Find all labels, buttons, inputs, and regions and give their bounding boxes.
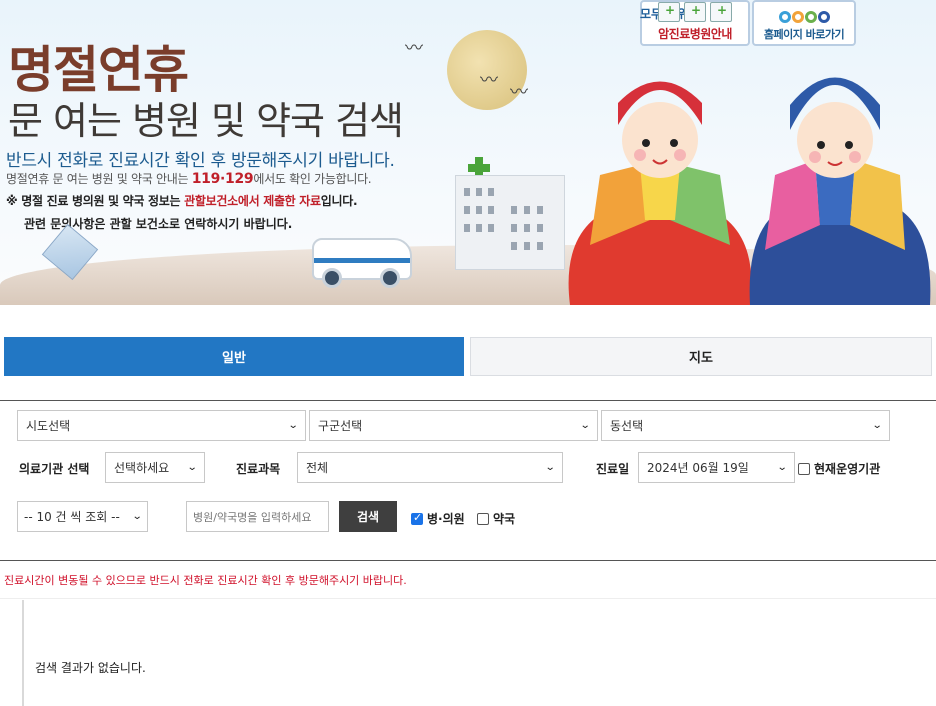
pharmacy-icon: [684, 2, 706, 22]
chevron-down-icon: ⌄: [186, 462, 198, 473]
chevron-down-icon: ⌄: [131, 511, 143, 522]
hotline-text-end: 에서도 확인 가능합니다.: [253, 172, 372, 186]
banner-call-notice: 반드시 전화로 진료시간 확인 후 방문해주시기 바랍니다.: [6, 151, 395, 171]
crane-illustration: 〰: [510, 82, 528, 103]
banner-hotline-notice: 명절연휴 문 여는 병원 및 약국 안내는 119·129에서도 확인 가능합니…: [6, 170, 372, 187]
date-select[interactable]: 2024년 06월 19일 ⌄: [638, 452, 795, 483]
banner-subtitle: 문 여는 병원 및 약국 검색: [8, 99, 404, 143]
chevron-down-icon: ⌄: [776, 462, 788, 473]
banner-source-notice: ※ 명절 진료 병의원 및 약국 정보는 관할보건소에서 제출한 자료입니다.: [6, 192, 358, 209]
search-button[interactable]: 검색: [339, 501, 397, 532]
call-ahead-notice: 진료시간이 변동될 수 있으므로 반드시 전화로 진료시간 확인 후 방문해주시…: [4, 574, 407, 587]
pharmacy-checkbox[interactable]: 약국: [477, 510, 515, 527]
open-now-checkbox-box[interactable]: [798, 462, 810, 475]
institution-label: 의료기관 선택: [19, 462, 90, 476]
chevron-down-icon: ⌄: [544, 462, 556, 473]
result-divider: [22, 600, 24, 706]
source-text-end: 입니다.: [320, 194, 358, 208]
sido-select-value: 시도선택: [26, 419, 71, 433]
open-now-checkbox[interactable]: 현재운영기관: [798, 460, 880, 477]
hero-banner: 〰 〰 〰 명절연휴 문 여는 병원 및 약국 검색 반드시 전화로 진료시간 …: [0, 0, 936, 305]
page-size-select-value: -- 10 건 씩 조회 --: [24, 510, 120, 524]
hospital-checkbox-box[interactable]: [411, 511, 423, 525]
crane-illustration: 〰: [480, 70, 498, 91]
hospital-icons: [658, 2, 732, 22]
dong-select-value: 동선택: [610, 419, 644, 433]
tab-map[interactable]: 지도: [470, 337, 932, 376]
institution-select[interactable]: 선택하세요 ⌄: [105, 452, 205, 483]
hotline-text: 명절연휴 문 여는 병원 및 약국 안내는: [6, 172, 192, 186]
tab-general[interactable]: 일반: [4, 337, 464, 376]
dong-select[interactable]: 동선택 ⌄: [601, 410, 890, 441]
homepage-link-label: 홈페이지 바로가기: [763, 28, 845, 41]
chevron-down-icon: ⌄: [579, 420, 591, 431]
crane-illustration: 〰: [405, 38, 423, 59]
gugun-select[interactable]: 구군선택 ⌄: [309, 410, 598, 441]
department-label: 진료과목: [236, 462, 281, 476]
gugun-select-value: 구군선택: [318, 419, 363, 433]
hospital-building-illustration: [455, 175, 565, 270]
result-area: [0, 598, 936, 706]
chevron-down-icon: ⌄: [287, 420, 299, 431]
hospital-checkbox[interactable]: 병·의원: [411, 510, 465, 527]
date-select-value: 2024년 06월 19일: [647, 461, 749, 475]
open-now-label: 현재운영기관: [814, 462, 881, 476]
hotline-numbers: 119·129: [191, 171, 254, 187]
ambulance-icon: [710, 2, 732, 22]
source-text: ※ 명절 진료 병의원 및 약국 정보는: [6, 194, 185, 208]
girl-hanbok-illustration: [568, 81, 752, 305]
cancer-hospital-link-label: 암진료병원안내: [658, 27, 732, 41]
hospital-checkbox-label: 병·의원: [427, 512, 465, 526]
page-size-select[interactable]: -- 10 건 씩 조회 -- ⌄: [17, 501, 148, 532]
ambulance-illustration: [312, 238, 412, 288]
boy-hanbok-illustration: [749, 77, 931, 305]
department-select-value: 전체: [306, 461, 329, 475]
name-search-input[interactable]: 병원/약국명을 입력하세요: [186, 501, 329, 532]
date-label: 진료일: [596, 462, 630, 476]
name-search-placeholder: 병원/약국명을 입력하세요: [193, 510, 312, 524]
chevron-down-icon: ⌄: [871, 420, 883, 431]
institution-select-value: 선택하세요: [114, 461, 170, 475]
pharmacy-checkbox-label: 약국: [493, 512, 516, 526]
view-tabs: 일반 지도: [4, 337, 932, 376]
homepage-logo-icon: [778, 11, 830, 23]
sido-select[interactable]: 시도선택 ⌄: [17, 410, 306, 441]
source-highlight: 관할보건소에서 제출한 자료: [184, 194, 321, 208]
hospital-icon: [658, 2, 680, 22]
department-select[interactable]: 전체 ⌄: [297, 452, 563, 483]
pharmacy-checkbox-box[interactable]: [477, 512, 489, 525]
top-link-group: 모두를 위한 암진료병원안내 홈페이지 바로가기: [640, 0, 856, 48]
homepage-link[interactable]: 홈페이지 바로가기: [752, 0, 856, 46]
empty-result-message: 검색 결과가 없습니다.: [35, 661, 146, 675]
